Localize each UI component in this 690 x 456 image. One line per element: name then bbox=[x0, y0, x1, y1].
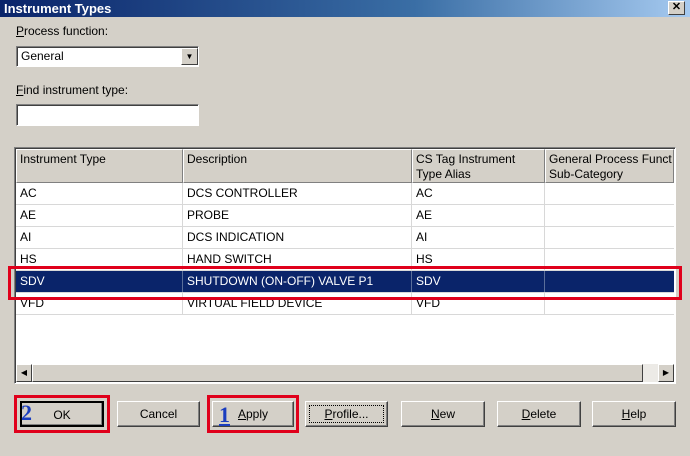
profile-button[interactable]: Profile... bbox=[305, 401, 388, 427]
find-instrument-label-text: ind instrument type: bbox=[23, 83, 129, 97]
column-header-cs-tag-alias[interactable]: CS Tag Instrument Type Alias bbox=[412, 149, 545, 183]
chevron-down-icon[interactable]: ▼ bbox=[181, 48, 198, 65]
new-button[interactable]: New bbox=[401, 401, 485, 427]
window-title: Instrument Types bbox=[0, 0, 690, 17]
header-line: Sub-Category bbox=[549, 167, 624, 181]
header-line: Description bbox=[187, 152, 248, 166]
delete-button-accel: D bbox=[521, 407, 531, 421]
process-function-dropdown[interactable]: General ▼ bbox=[16, 46, 199, 67]
find-instrument-input[interactable] bbox=[16, 104, 199, 126]
cell-alias: AI bbox=[412, 227, 545, 248]
header-line: General Process Funct bbox=[549, 152, 672, 166]
cell-description: PROBE bbox=[183, 205, 412, 226]
process-function-value: General bbox=[21, 49, 64, 63]
scroll-right-icon[interactable]: ▶ bbox=[658, 364, 674, 382]
cell-alias: AE bbox=[412, 205, 545, 226]
column-header-description[interactable]: Description bbox=[183, 149, 412, 183]
cell-type: AI bbox=[16, 227, 183, 248]
process-function-label-accel: P bbox=[16, 24, 25, 38]
table-row[interactable]: AC DCS CONTROLLER AC bbox=[16, 183, 674, 205]
cell-subcategory bbox=[545, 227, 674, 248]
header-line: Instrument Type bbox=[20, 152, 106, 166]
cell-subcategory bbox=[545, 205, 674, 226]
cell-type: AE bbox=[16, 205, 183, 226]
horizontal-scrollbar[interactable]: ◀ ▶ bbox=[16, 364, 674, 382]
new-button-accel: N bbox=[430, 407, 440, 421]
scrollbar-thumb[interactable] bbox=[32, 364, 643, 382]
cancel-button-label: Cancel bbox=[139, 407, 178, 421]
process-function-label-text: rocess function: bbox=[24, 24, 109, 38]
focus-rectangle bbox=[309, 405, 384, 423]
column-header-instrument-type[interactable]: Instrument Type bbox=[16, 149, 183, 183]
cancel-button[interactable]: Cancel bbox=[117, 401, 200, 427]
cell-type: AC bbox=[16, 183, 183, 204]
header-line: Type Alias bbox=[416, 167, 471, 181]
table-row[interactable]: AI DCS INDICATION AI bbox=[16, 227, 674, 249]
close-icon[interactable]: ✕ bbox=[668, 1, 685, 15]
process-function-label: Process function: bbox=[16, 24, 108, 38]
column-header-sub-category[interactable]: General Process Funct Sub-Category bbox=[545, 149, 674, 183]
cell-alias: AC bbox=[412, 183, 545, 204]
cell-subcategory bbox=[545, 183, 674, 204]
help-button-label: elp bbox=[630, 407, 647, 421]
find-instrument-label: Find instrument type: bbox=[16, 83, 128, 97]
new-button-label: ew bbox=[439, 407, 455, 421]
delete-button-label: elete bbox=[530, 407, 557, 421]
highlight-box-selected-row bbox=[8, 266, 682, 300]
step-number-1: 1 bbox=[219, 402, 230, 427]
cell-description: DCS INDICATION bbox=[183, 227, 412, 248]
cell-description: DCS CONTROLLER bbox=[183, 183, 412, 204]
step-number-2: 2 bbox=[21, 400, 32, 425]
help-button[interactable]: Help bbox=[592, 401, 676, 427]
delete-button[interactable]: Delete bbox=[497, 401, 581, 427]
table-row[interactable]: AE PROBE AE bbox=[16, 205, 674, 227]
scroll-left-icon[interactable]: ◀ bbox=[16, 364, 32, 382]
header-line: CS Tag Instrument bbox=[416, 152, 516, 166]
